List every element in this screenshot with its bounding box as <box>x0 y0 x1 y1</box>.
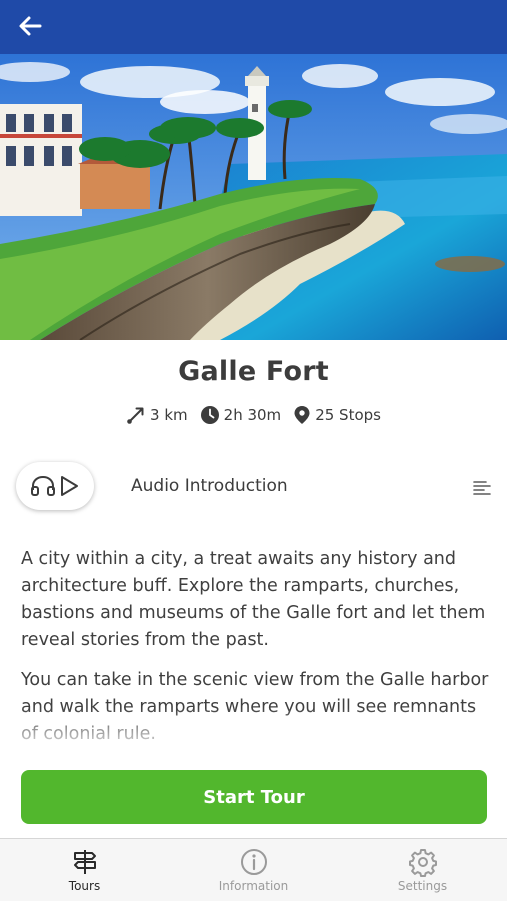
description-fade <box>0 708 507 748</box>
audio-introduction-row: Audio Introduction <box>0 460 507 514</box>
tour-meta: 3 km 2h 30m 25 Stops <box>0 402 507 428</box>
stops-label: 25 Stops <box>315 406 381 424</box>
tour-title: Galle Fort <box>178 356 329 387</box>
signpost-icon <box>73 850 96 874</box>
nav-label-information: Information <box>218 879 289 893</box>
start-tour-button[interactable]: Start Tour <box>21 770 487 824</box>
location-pin-icon <box>294 406 310 424</box>
app-bar <box>0 0 507 54</box>
nav-label-tours: Tours <box>68 879 101 893</box>
arrow-left-icon <box>19 16 42 36</box>
transcript-icon <box>473 481 491 495</box>
nav-label-settings: Settings <box>397 879 448 893</box>
stops-info: 25 Stops <box>293 405 381 425</box>
headphones-icon <box>31 475 55 496</box>
distance-info: 3 km <box>126 405 188 425</box>
gear-icon <box>408 849 437 877</box>
clock-icon <box>200 406 219 424</box>
info-icon <box>240 849 267 875</box>
route-icon <box>127 407 144 424</box>
description-paragraph: A city within a city, a treat awaits any… <box>21 549 486 650</box>
nav-item-tours[interactable]: Tours <box>0 839 169 901</box>
transcript-button[interactable] <box>470 476 494 500</box>
distance-label: 3 km <box>150 406 188 424</box>
play-icon <box>61 476 78 496</box>
back-button[interactable] <box>12 8 48 44</box>
audio-introduction-label: Audio Introduction <box>131 476 288 496</box>
nav-item-settings[interactable]: Settings <box>338 839 507 901</box>
bottom-navigation: Tours Information Settings <box>0 838 507 901</box>
audio-play-button[interactable] <box>16 462 94 510</box>
duration-label: 2h 30m <box>223 406 282 424</box>
duration-info: 2h 30m <box>200 405 282 425</box>
hero-image <box>0 54 507 340</box>
nav-item-information[interactable]: Information <box>169 839 338 901</box>
